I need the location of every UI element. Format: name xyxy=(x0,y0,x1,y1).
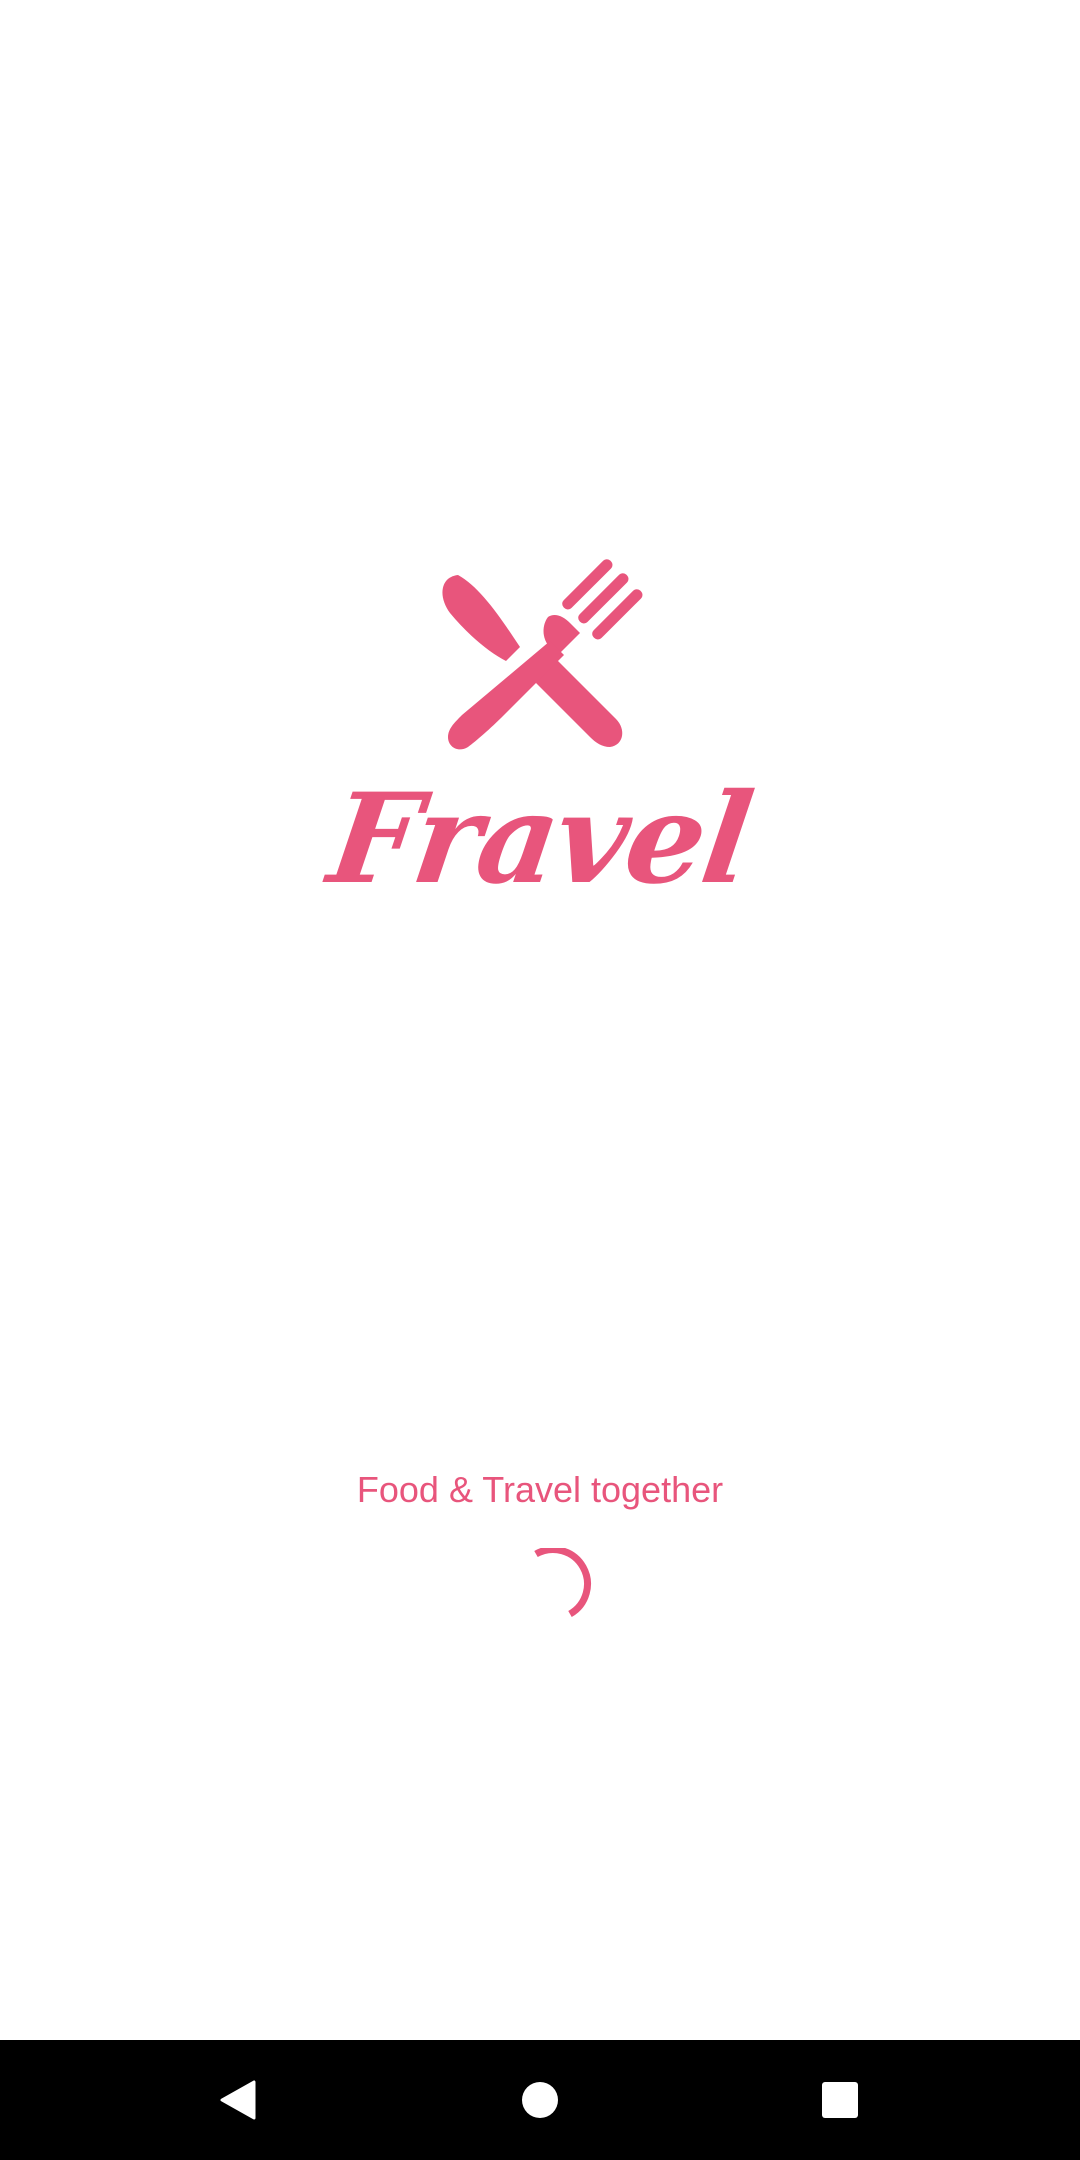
home-circle-icon xyxy=(522,2082,558,2118)
recents-square-icon xyxy=(822,2082,858,2118)
app-name-logo-text: Fravel xyxy=(321,767,760,912)
recents-button[interactable] xyxy=(780,2040,900,2160)
home-button[interactable] xyxy=(480,2040,600,2160)
splash-screen: Fravel Food & Travel together xyxy=(0,0,1080,2160)
tagline: Food & Travel together xyxy=(356,1469,724,1510)
back-button[interactable] xyxy=(178,2040,298,2160)
progress-spinner-icon xyxy=(534,1548,591,1618)
system-navigation-bar xyxy=(0,2040,1080,2160)
fork-knife-icon xyxy=(442,559,643,750)
back-triangle-icon xyxy=(220,2080,256,2120)
